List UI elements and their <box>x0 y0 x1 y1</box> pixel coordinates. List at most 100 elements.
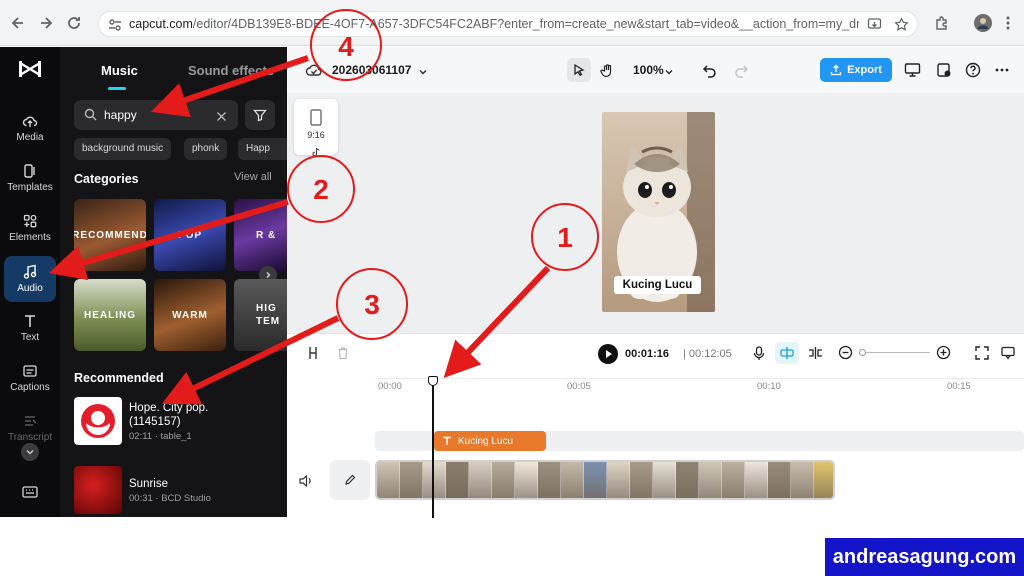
category-label: POP <box>177 229 203 241</box>
video-frame-thumbnail <box>423 462 446 498</box>
edit-cover-button[interactable] <box>330 460 370 500</box>
chevron-right-icon <box>266 272 271 278</box>
rail-item-audio[interactable]: Audio <box>4 256 56 302</box>
profile-avatar-icon[interactable] <box>973 13 993 33</box>
zoom-out-icon[interactable] <box>838 345 853 365</box>
chip-background-music[interactable]: background music <box>74 138 172 160</box>
split-view-icon[interactable] <box>808 346 823 365</box>
help-icon[interactable] <box>965 62 981 83</box>
play-button[interactable] <box>598 344 618 369</box>
site-settings-icon[interactable] <box>108 18 122 37</box>
list-item[interactable]: Sunrise 00:31 · BCD Studio <box>74 466 279 516</box>
hand-tool-button[interactable] <box>595 58 619 82</box>
browser-toolbar: capcut.com/editor/4DB139E8-BDEE-4OF7-A65… <box>0 0 1024 46</box>
comment-icon[interactable] <box>1001 346 1015 365</box>
auto-snap-button[interactable] <box>775 342 799 364</box>
zoom-level[interactable]: 100% <box>633 63 664 77</box>
tab-sound-effects[interactable]: Sound effects <box>188 63 274 78</box>
category-card[interactable]: HIG TEM <box>234 279 287 351</box>
video-frame-thumbnail <box>653 462 676 498</box>
undo-icon[interactable] <box>702 62 718 83</box>
chevron-down-icon <box>26 450 34 455</box>
forward-arrow-icon[interactable] <box>36 13 56 33</box>
delete-icon[interactable] <box>337 346 349 365</box>
categories-title: Categories <box>74 172 139 186</box>
playhead-handle[interactable] <box>428 376 438 386</box>
back-arrow-icon[interactable] <box>8 13 28 33</box>
screenshot-root: capcut.com/editor/4DB139E8-BDEE-4OF7-A65… <box>0 0 1024 576</box>
video-preview[interactable]: Kucing Lucu <box>602 112 715 312</box>
video-frame-thumbnail <box>607 462 630 498</box>
url-text: capcut.com/editor/4DB139E8-BDEE-4OF7-A65… <box>129 17 859 31</box>
category-card[interactable]: R & <box>234 199 287 271</box>
zoom-in-icon[interactable] <box>936 345 951 365</box>
address-bar[interactable]: capcut.com/editor/4DB139E8-BDEE-4OF7-A65… <box>98 11 918 37</box>
category-card[interactable]: POP <box>154 199 226 271</box>
select-tool-button[interactable] <box>567 58 591 82</box>
keyboard-shortcuts-icon[interactable] <box>22 485 38 504</box>
timeline-panel: 00:01:16 | 00:12:05 00:00 00:05 00:10 00… <box>287 333 1024 518</box>
video-frame-thumbnail <box>676 462 699 498</box>
project-name[interactable]: 202603061107 <box>332 63 411 77</box>
aspect-ratio-selector[interactable]: 9:16 <box>294 99 338 157</box>
category-card[interactable]: HEALING <box>74 279 146 351</box>
video-frame-thumbnail <box>400 462 423 498</box>
rail-item-captions[interactable]: Captions <box>4 355 56 401</box>
rail-label-transcript: Transcript <box>7 432 53 443</box>
export-button[interactable]: Export <box>820 58 892 82</box>
rail-label-audio: Audio <box>17 283 43 294</box>
cloud-sync-icon[interactable] <box>305 62 323 83</box>
list-item[interactable]: Hope. City pop. (1145157) 02:11 · table_… <box>74 397 279 447</box>
filter-button[interactable] <box>245 100 275 130</box>
redo-icon[interactable] <box>733 62 749 83</box>
playhead[interactable] <box>428 376 438 518</box>
export-label: Export <box>847 64 882 76</box>
watermark: andreasagung.com <box>825 538 1024 576</box>
present-screen-icon[interactable] <box>904 62 921 83</box>
more-options-icon[interactable] <box>994 62 1010 83</box>
fullscreen-icon[interactable] <box>975 346 989 365</box>
capcut-logo-icon[interactable] <box>18 59 42 84</box>
track-meta: 00:31 · BCD Studio <box>129 493 211 504</box>
chevron-down-icon[interactable] <box>418 64 428 82</box>
recommended-title: Recommended <box>74 371 164 385</box>
bookmark-star-icon[interactable] <box>894 17 909 37</box>
text-clip[interactable]: Kucing Lucu <box>434 431 546 451</box>
upload-icon <box>830 64 842 76</box>
music-search-input[interactable]: happy <box>74 100 238 130</box>
ruler-label: 00:10 <box>757 381 781 392</box>
tab-music[interactable]: Music <box>101 63 138 78</box>
browser-menu-icon[interactable] <box>998 13 1018 33</box>
chevron-down-icon[interactable] <box>664 64 674 82</box>
canvas-area: 9:16 Kucing Lucu <box>287 93 1024 333</box>
view-all-link[interactable]: View all <box>234 171 272 183</box>
rail-item-templates[interactable]: Templates <box>4 155 56 201</box>
category-label: RECOMMEND <box>74 229 146 241</box>
video-frame-thumbnail <box>814 462 833 498</box>
rail-item-text[interactable]: Text <box>4 305 56 351</box>
video-clip[interactable] <box>375 460 835 500</box>
extensions-puzzle-icon[interactable] <box>932 13 952 33</box>
timeline-zoom-slider[interactable] <box>859 349 930 356</box>
reload-icon[interactable] <box>64 13 84 33</box>
split-tool-icon[interactable] <box>307 346 319 365</box>
filter-icon <box>253 109 267 122</box>
slider-thumb[interactable] <box>859 349 866 356</box>
clear-search-icon[interactable] <box>216 109 227 127</box>
video-frame-thumbnail <box>446 462 469 498</box>
microphone-icon[interactable] <box>753 346 765 366</box>
rail-item-media[interactable]: Media <box>4 105 56 151</box>
video-frame-thumbnail <box>791 462 814 498</box>
category-card[interactable]: RECOMMEND <box>74 199 146 271</box>
review-icon[interactable] <box>936 62 952 83</box>
rail-item-elements[interactable]: Elements <box>4 205 56 251</box>
caption-overlay[interactable]: Kucing Lucu <box>614 276 701 294</box>
volume-icon[interactable] <box>299 474 313 492</box>
chip-happy[interactable]: Happ <box>238 138 287 160</box>
aspect-ratio-label: 9:16 <box>307 130 325 140</box>
ruler-label: 00:05 <box>567 381 591 392</box>
rail-expand-button[interactable] <box>21 443 39 461</box>
install-app-icon[interactable] <box>867 17 882 37</box>
category-card[interactable]: WARM <box>154 279 226 351</box>
chip-phonk[interactable]: phonk <box>184 138 228 160</box>
